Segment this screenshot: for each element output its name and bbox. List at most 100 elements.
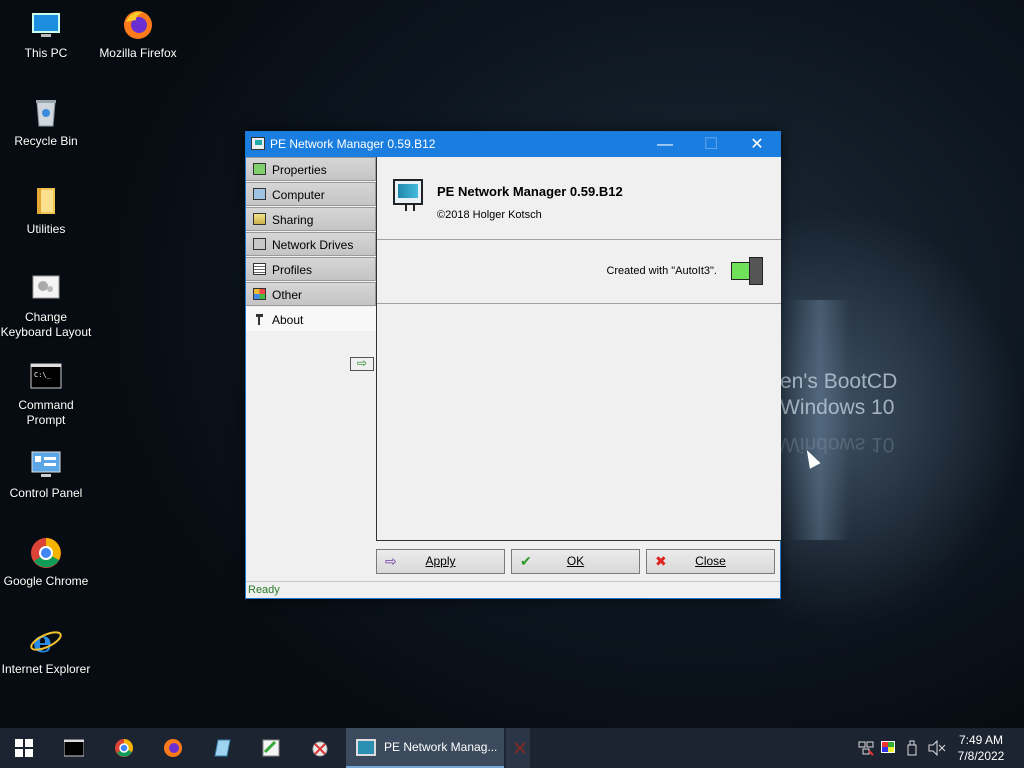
desktop-icon-recycle-bin[interactable]: Recycle Bin bbox=[0, 96, 92, 149]
firefox-icon bbox=[164, 739, 182, 757]
taskbar-editor[interactable] bbox=[247, 728, 295, 768]
taskbar-clock[interactable]: 7:49 AM 7/8/2022 bbox=[950, 732, 1012, 764]
taskbar-extra-window[interactable] bbox=[506, 728, 530, 768]
minimize-button[interactable]: — bbox=[642, 132, 688, 157]
about-app-title: PE Network Manager 0.59.B12 bbox=[437, 184, 623, 199]
created-with-text: Created with "AutoIt3". bbox=[606, 265, 717, 277]
chrome-icon bbox=[115, 739, 133, 757]
wallpaper-text-line1: en's BootCD bbox=[780, 370, 898, 393]
apply-button[interactable]: ⇨ Apply bbox=[376, 549, 505, 574]
about-created-with-section: Created with "AutoIt3". bbox=[377, 239, 781, 304]
window-titlebar[interactable]: PE Network Manager 0.59.B12 — ☐ ✕ bbox=[246, 132, 780, 157]
wallpaper-text-line2: Windows 10 bbox=[780, 396, 895, 419]
network-drive-icon bbox=[253, 238, 266, 250]
desktop-icon-label: Control Panel bbox=[9, 486, 83, 500]
desktop-icon-internet-explorer[interactable]: e Internet Explorer bbox=[0, 624, 92, 677]
desktop-icon-control-panel[interactable]: Control Panel bbox=[0, 448, 92, 501]
sidebar-item-label: Other bbox=[272, 288, 303, 302]
sidebar-item-about[interactable]: About bbox=[246, 307, 376, 331]
command-prompt-icon bbox=[64, 739, 84, 757]
taskbar-tool[interactable] bbox=[296, 728, 344, 768]
desktop-icon-label: Utilities bbox=[26, 222, 66, 236]
system-tray bbox=[858, 728, 948, 768]
network-card-icon bbox=[253, 163, 266, 175]
taskbar-command-prompt[interactable] bbox=[50, 728, 98, 768]
network-icon[interactable] bbox=[858, 740, 874, 756]
taskbar-active-label: PE Network Manag... bbox=[384, 740, 498, 754]
sidebar-item-label: About bbox=[272, 313, 304, 327]
desktop-icon-firefox[interactable]: Mozilla Firefox bbox=[92, 8, 184, 61]
checkmark-icon: ✔ bbox=[520, 553, 532, 569]
volume-muted-icon[interactable] bbox=[928, 740, 946, 756]
start-button[interactable] bbox=[0, 728, 48, 768]
firefox-icon bbox=[121, 8, 155, 42]
profiles-icon bbox=[253, 263, 266, 275]
app-icon bbox=[514, 742, 526, 754]
about-copyright: ©2018 Holger Kotsch bbox=[437, 209, 542, 221]
clock-date: 7/8/2022 bbox=[957, 749, 1005, 763]
desktop-icon-label: Command Prompt bbox=[18, 398, 74, 427]
chrome-icon bbox=[29, 536, 63, 570]
arrow-right-icon: ⇨ bbox=[385, 553, 397, 569]
notepad-icon bbox=[214, 739, 231, 757]
scissors-tool-icon bbox=[312, 741, 328, 757]
wallpaper-reflection: Windows 10 bbox=[780, 433, 895, 456]
desktop-icon-google-chrome[interactable]: Google Chrome bbox=[0, 536, 92, 589]
sidebar-item-sharing[interactable]: Sharing bbox=[246, 207, 376, 231]
sidebar-item-network-drives[interactable]: Network Drives bbox=[246, 232, 376, 256]
sidebar-item-label: Computer bbox=[272, 188, 325, 202]
taskbar-chrome[interactable] bbox=[100, 728, 148, 768]
sidebar-nav: Properties Computer Sharing Network Driv… bbox=[246, 157, 376, 581]
sidebar-item-computer[interactable]: Computer bbox=[246, 182, 376, 206]
desktop-icon-label: Mozilla Firefox bbox=[99, 46, 177, 60]
maximize-button[interactable]: ☐ bbox=[688, 132, 734, 157]
taskbar-firefox[interactable] bbox=[149, 728, 197, 768]
wallpaper-glow bbox=[790, 300, 850, 540]
command-prompt-icon: C:\_ bbox=[29, 360, 63, 394]
sidebar-item-label: Properties bbox=[272, 163, 327, 177]
taskbar-pe-network-manager[interactable]: PE Network Manag... bbox=[346, 728, 504, 768]
app-title-icon bbox=[251, 137, 265, 150]
close-x-icon: ✖ bbox=[655, 553, 667, 569]
desktop-icon-label: Internet Explorer bbox=[1, 662, 91, 676]
recycle-bin-icon bbox=[29, 96, 63, 130]
network-manager-icon bbox=[356, 739, 376, 756]
sidebar-item-label: Sharing bbox=[272, 213, 314, 227]
close-button[interactable]: ✖ Close bbox=[646, 549, 775, 574]
desktop-icon-this-pc[interactable]: This PC bbox=[0, 8, 92, 61]
svg-text:C:\_: C:\_ bbox=[34, 371, 52, 379]
sharing-icon bbox=[253, 213, 266, 225]
editor-icon bbox=[262, 739, 280, 757]
desktop-icon-change-keyboard-layout[interactable]: Change Keyboard Layout bbox=[0, 272, 92, 340]
desktop-icon-label: Recycle Bin bbox=[14, 134, 78, 148]
sidebar-item-profiles[interactable]: Profiles bbox=[246, 257, 376, 281]
other-icon bbox=[253, 288, 266, 300]
folder-icon bbox=[29, 184, 63, 218]
close-window-button[interactable]: ✕ bbox=[734, 132, 780, 157]
sidebar-item-properties[interactable]: Properties bbox=[246, 157, 376, 181]
computer-icon bbox=[253, 188, 266, 200]
control-panel-icon bbox=[29, 448, 63, 482]
network-manager-icon bbox=[393, 179, 423, 211]
monitor-icon bbox=[29, 8, 63, 42]
ok-button[interactable]: ✔ OK bbox=[511, 549, 640, 574]
pe-network-manager-window: PE Network Manager 0.59.B12 — ☐ ✕ Proper… bbox=[245, 131, 781, 599]
taskbar: PE Network Manag... 7:49 AM 7/8/2022 bbox=[0, 728, 1024, 768]
taskbar-notepad[interactable] bbox=[198, 728, 246, 768]
desktop-icon-label: Google Chrome bbox=[3, 574, 89, 588]
desktop-icon-utilities[interactable]: Utilities bbox=[0, 184, 92, 237]
desktop-icon-label: This PC bbox=[24, 46, 68, 60]
about-header: PE Network Manager 0.59.B12 ©2018 Holger… bbox=[377, 157, 781, 240]
usb-icon[interactable] bbox=[906, 740, 918, 756]
display-icon[interactable] bbox=[880, 740, 896, 756]
desktop-icon-command-prompt[interactable]: C:\_ Command Prompt bbox=[0, 360, 92, 428]
about-panel: PE Network Manager 0.59.B12 ©2018 Holger… bbox=[376, 157, 781, 541]
status-bar: Ready bbox=[246, 581, 780, 598]
sidebar-next-arrow-button[interactable]: ⇨ bbox=[350, 357, 374, 371]
sidebar-item-other[interactable]: Other bbox=[246, 282, 376, 306]
sidebar-item-label: Network Drives bbox=[272, 238, 354, 252]
autoit-computer-icon bbox=[731, 257, 763, 287]
clock-time: 7:49 AM bbox=[958, 733, 1004, 747]
internet-explorer-icon: e bbox=[29, 624, 63, 660]
keyboard-settings-icon bbox=[29, 272, 63, 306]
